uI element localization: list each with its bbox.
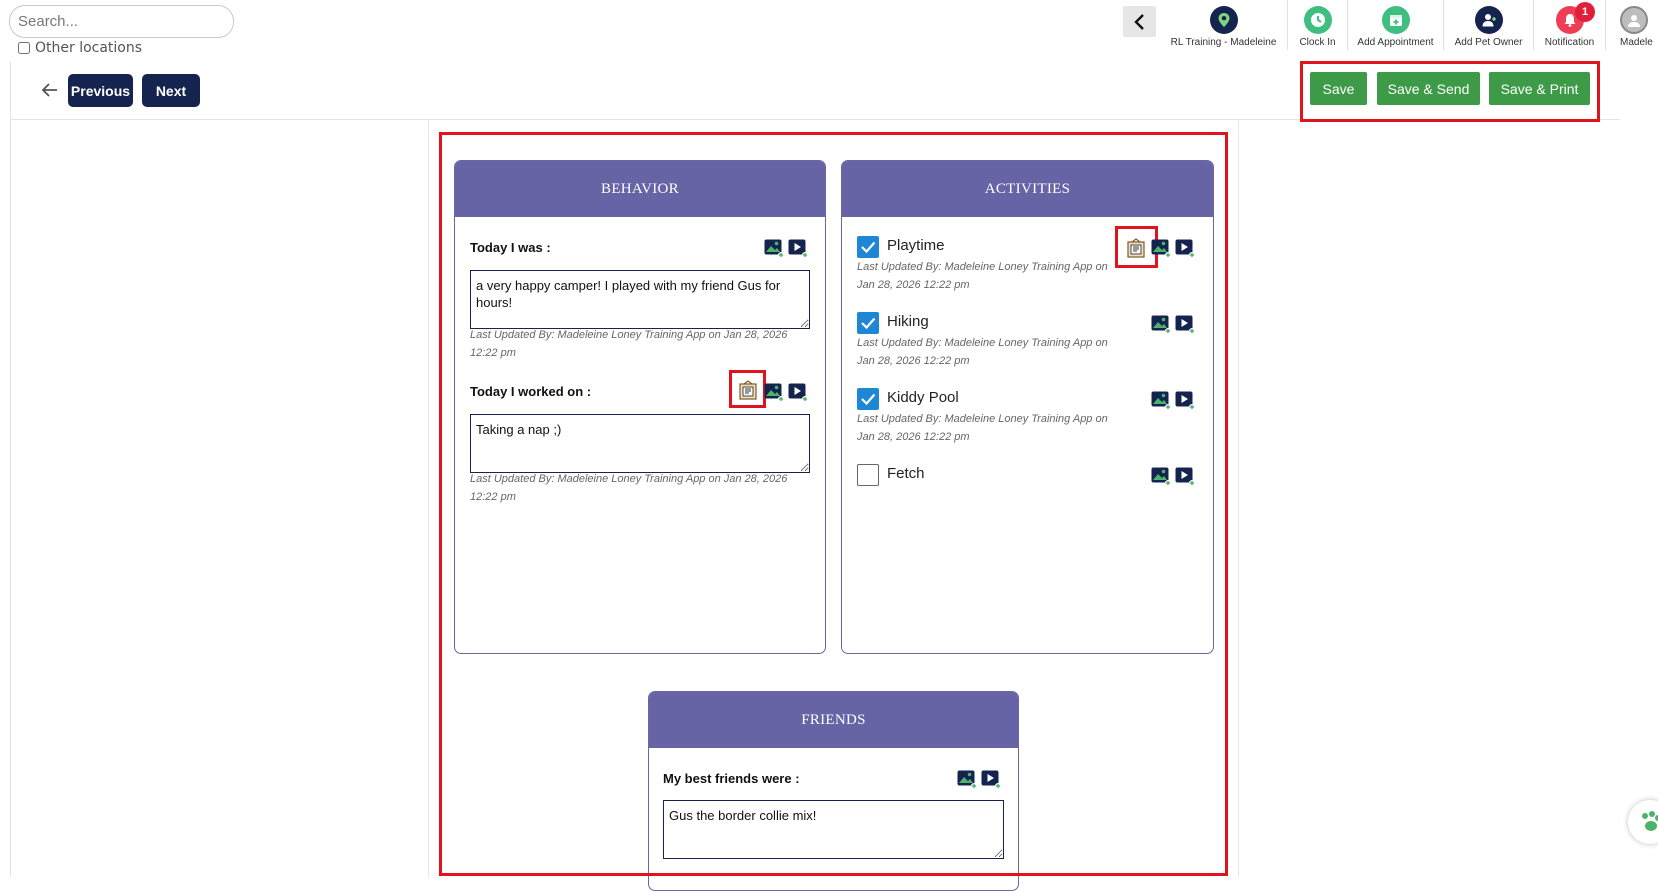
nav-location-label: RL Training - Madeleine bbox=[1170, 37, 1277, 48]
form-highlight bbox=[439, 132, 1228, 876]
clock-icon bbox=[1303, 6, 1332, 34]
nav-add-pet-owner[interactable]: Add Pet Owner bbox=[1444, 0, 1534, 50]
other-locations-label: Other locations bbox=[35, 40, 143, 56]
nav-notification-label: Notification bbox=[1544, 37, 1595, 48]
paw-icon bbox=[1642, 811, 1658, 831]
calendar-add-icon bbox=[1381, 6, 1410, 34]
help-widget[interactable] bbox=[1628, 800, 1658, 844]
nav-location[interactable]: RL Training - Madeleine bbox=[1160, 0, 1288, 50]
nav-add-appointment[interactable]: Add Appointment bbox=[1348, 0, 1444, 50]
left-divider bbox=[10, 62, 11, 877]
next-button[interactable]: Next bbox=[142, 74, 200, 107]
nav-user[interactable]: Madele bbox=[1606, 0, 1658, 50]
collapse-nav-button[interactable] bbox=[1123, 6, 1156, 37]
other-locations-checkbox[interactable] bbox=[18, 42, 30, 54]
nav-clock-in[interactable]: Clock In bbox=[1288, 0, 1348, 50]
nav-notification[interactable]: 1 Notification bbox=[1534, 0, 1606, 50]
avatar-icon bbox=[1620, 6, 1648, 34]
notification-badge: 1 bbox=[1575, 2, 1595, 22]
location-pin-icon bbox=[1209, 6, 1238, 34]
save-button[interactable]: Save bbox=[1310, 72, 1367, 105]
save-print-button[interactable]: Save & Print bbox=[1489, 72, 1590, 105]
search-input[interactable] bbox=[9, 5, 234, 38]
nav-user-label: Madele bbox=[1620, 37, 1653, 48]
nav-add-pet-owner-label: Add Pet Owner bbox=[1454, 37, 1523, 48]
save-send-button[interactable]: Save & Send bbox=[1377, 72, 1480, 105]
nav-add-appointment-label: Add Appointment bbox=[1357, 37, 1434, 48]
top-nav: RL Training - Madeleine Clock In Add App… bbox=[1160, 0, 1658, 50]
add-person-icon bbox=[1474, 6, 1503, 34]
other-locations-toggle[interactable]: Other locations bbox=[18, 40, 142, 56]
chevron-left-icon bbox=[1133, 13, 1144, 30]
back-arrow-icon[interactable] bbox=[40, 80, 60, 100]
previous-button[interactable]: Previous bbox=[68, 74, 133, 107]
nav-clock-in-label: Clock In bbox=[1299, 37, 1336, 48]
